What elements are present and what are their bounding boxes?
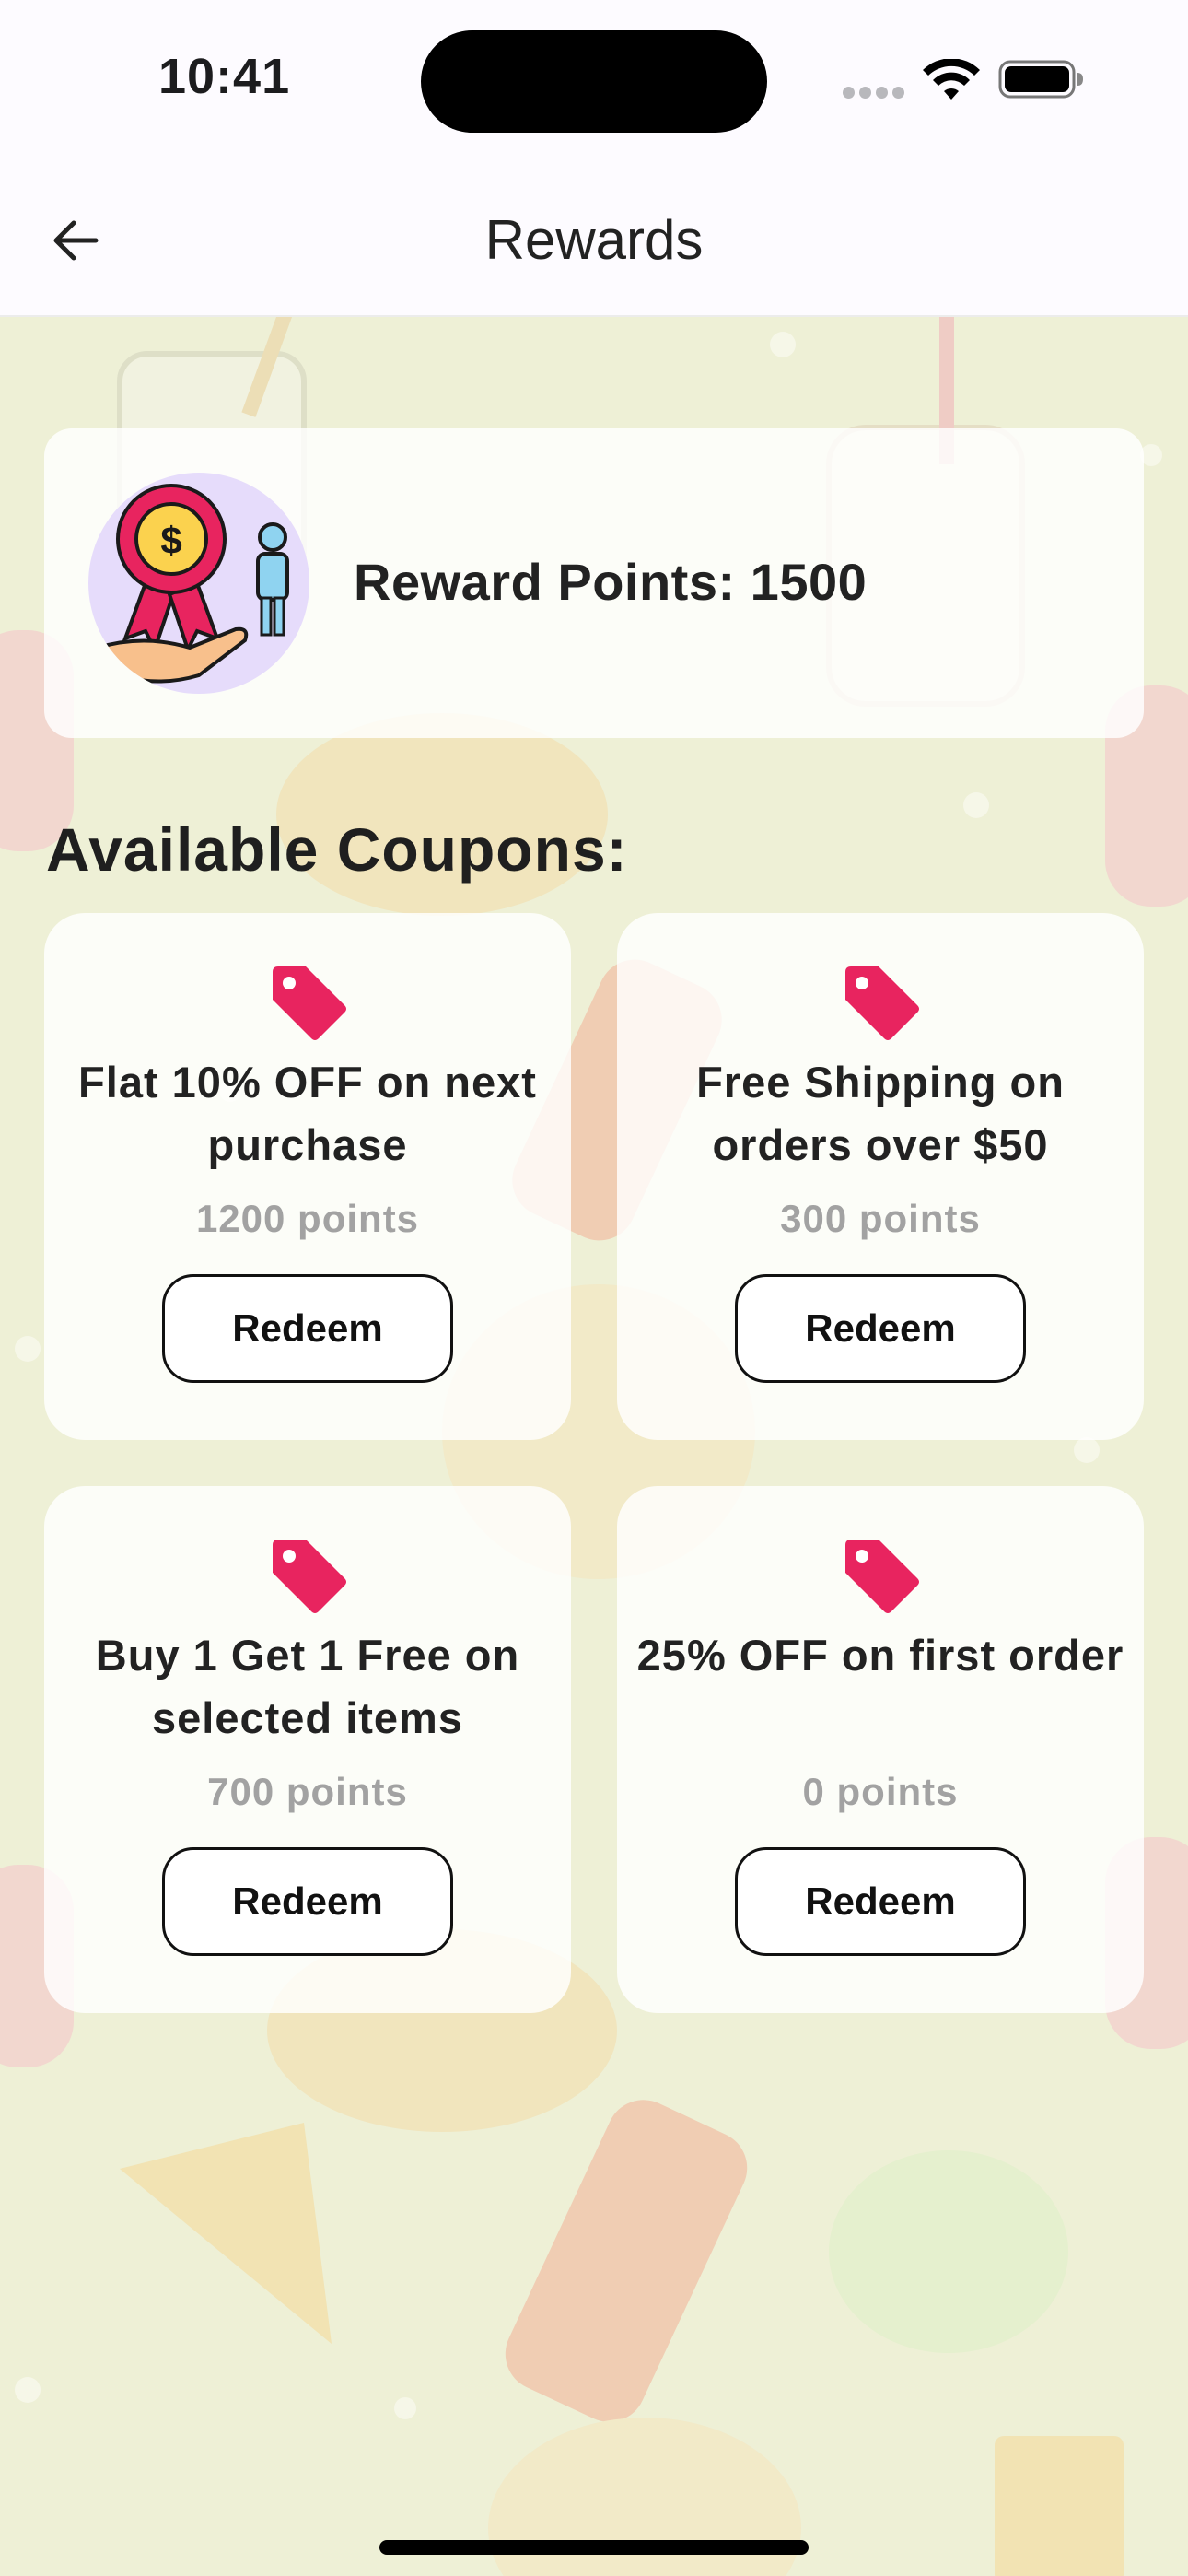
- coupon-card: 25% OFF on first order 0 points Redeem: [617, 1486, 1144, 2013]
- nav-bar: Rewards: [0, 162, 1188, 317]
- redeem-button[interactable]: Redeem: [162, 1847, 453, 1956]
- coupon-card: Buy 1 Get 1 Free on selected items 700 p…: [44, 1486, 571, 2013]
- dynamic-island: [421, 30, 767, 133]
- tag-icon: [273, 1540, 346, 1613]
- svg-text:$: $: [160, 519, 181, 562]
- home-indicator[interactable]: [379, 2540, 809, 2555]
- tag-icon: [845, 966, 919, 1040]
- coupon-title: Flat 10% OFF on next purchase: [78, 1058, 537, 1169]
- coupon-title: 25% OFF on first order: [636, 1631, 1124, 1680]
- status-time: 10:41: [158, 49, 291, 104]
- reward-badge-icon: $: [88, 473, 309, 694]
- coupon-card: Free Shipping on orders over $50 300 poi…: [617, 913, 1144, 1440]
- coupon-points: 1200 points: [195, 1197, 420, 1240]
- wifi-icon: [923, 59, 980, 100]
- coupon-card: Flat 10% OFF on next purchase 1200 point…: [44, 913, 571, 1440]
- battery-icon: [998, 60, 1083, 99]
- coupon-title: Free Shipping on orders over $50: [696, 1058, 1065, 1169]
- tag-icon: [273, 966, 346, 1040]
- reward-points-card: $ Reward Points: 1500: [44, 428, 1144, 738]
- reward-points-label: Reward Points: 1500: [354, 553, 868, 611]
- redeem-button[interactable]: Redeem: [735, 1847, 1026, 1956]
- coupon-points: 700 points: [207, 1770, 408, 1813]
- redeem-button[interactable]: Redeem: [162, 1274, 453, 1383]
- status-bar: 10:41: [0, 0, 1188, 162]
- tag-icon: [845, 1540, 919, 1613]
- coupon-points: 0 points: [802, 1770, 959, 1813]
- coupon-title: Buy 1 Get 1 Free on selected items: [95, 1631, 520, 1742]
- page-title: Rewards: [484, 209, 704, 271]
- section-title: Available Coupons:: [46, 815, 628, 884]
- signal-icon: [843, 87, 905, 100]
- coupon-points: 300 points: [780, 1197, 981, 1240]
- redeem-button[interactable]: Redeem: [735, 1274, 1026, 1383]
